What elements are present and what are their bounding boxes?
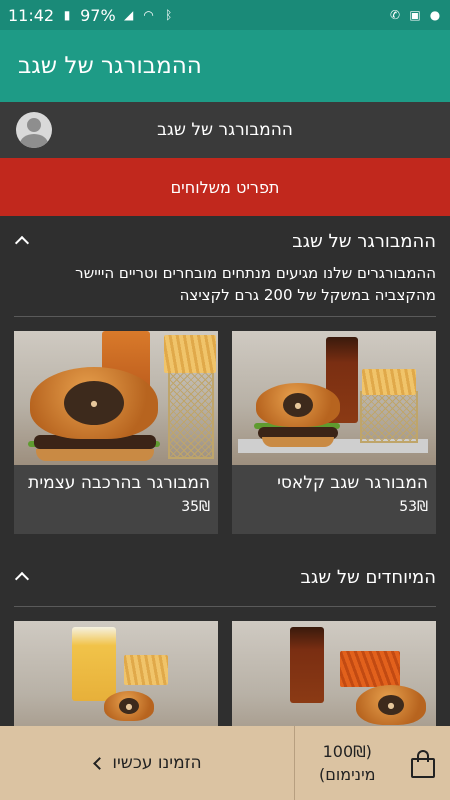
app-bar: ההמבורגר של שגב <box>0 30 450 102</box>
cart-summary[interactable]: (100₪ מינימום) <box>295 726 450 800</box>
divider <box>14 606 436 607</box>
section-title: המיוחדים של שגב <box>300 566 436 588</box>
image-icon: ▣ <box>409 8 421 22</box>
status-time: 11:42 <box>8 5 55 25</box>
order-now-label: הזמינו עכשיו <box>112 753 202 773</box>
product-price: 35₪ <box>181 499 210 515</box>
status-bar: 11:42 ▮ 97% ◢ ◠ ᛒ ✆ ▣ ● <box>0 0 450 30</box>
wifi-icon: ◠ <box>143 8 154 22</box>
bluetooth-icon: ᛒ <box>165 8 173 22</box>
cart-bar: הזמינו עכשיו (100₪ מינימום) <box>0 726 450 800</box>
shopping-bag-icon[interactable] <box>410 748 436 778</box>
minimum-order-amount: (100₪ <box>322 742 372 761</box>
store-header: ההמבורגר של שגב <box>0 102 450 158</box>
section-header[interactable]: המיוחדים של שגב <box>0 552 450 602</box>
product-card[interactable]: ● המבורגר בהרכבה עצמית 35₪ <box>14 331 218 534</box>
product-image: ● <box>14 331 218 465</box>
signal-icon: ◢ <box>124 8 134 22</box>
product-name: המבורגר בהרכבה עצמית <box>28 473 210 493</box>
divider <box>14 316 436 317</box>
store-name: ההמבורגר של שגב <box>157 120 293 140</box>
chevron-up-icon[interactable] <box>14 569 30 585</box>
product-card[interactable]: ● המבורגר שגב קלאסי 53₪ <box>232 331 436 534</box>
minimum-order-label: מינימום) <box>319 765 376 784</box>
product-price: 53₪ <box>399 499 428 515</box>
spotify-icon: ● <box>429 8 441 22</box>
delivery-menu-button[interactable]: תפריט משלוחים <box>0 158 450 216</box>
section-title: ההמבורגר של שגב <box>292 230 436 252</box>
user-avatar-icon[interactable] <box>16 112 52 148</box>
product-name: המבורגר שגב קלאסי <box>277 473 428 493</box>
order-now-button[interactable]: הזמינו עכשיו <box>0 726 295 800</box>
phone-icon: ✆ <box>389 8 401 22</box>
battery-icon: ▮ <box>63 8 71 22</box>
chevron-left-icon <box>92 757 104 769</box>
section-description: ההמבורגרים שלנו מגיעים מנתחים מובחרים וט… <box>75 264 436 304</box>
delivery-menu-label: תפריט משלוחים <box>170 177 280 197</box>
status-battery: 97% <box>80 5 116 25</box>
section-header[interactable]: ההמבורגר של שגב <box>0 216 450 266</box>
minimum-order: (100₪ מינימום) <box>319 740 376 786</box>
product-image: ● <box>232 331 436 465</box>
page-title: ההמבורגר של שגב <box>18 53 202 79</box>
product-grid: ● המבורגר שגב קלאסי 53₪ ● המבורגר בהרכבה… <box>0 331 450 534</box>
chevron-up-icon[interactable] <box>14 233 30 249</box>
